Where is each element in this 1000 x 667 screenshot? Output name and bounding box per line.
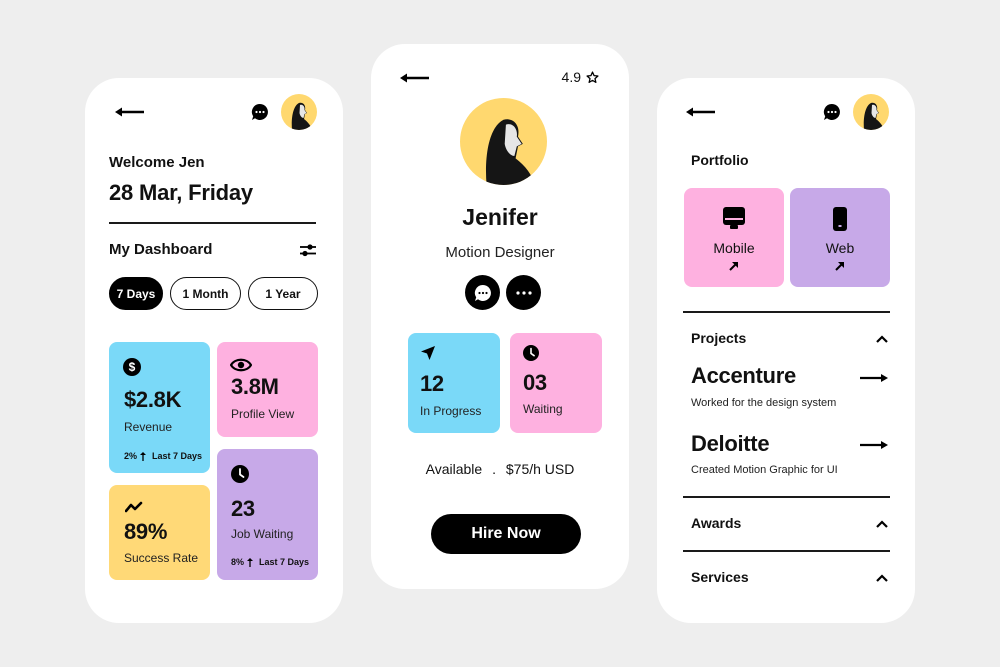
clock-icon <box>523 345 539 361</box>
arrow-up-right-icon <box>729 262 738 271</box>
portfolio-screen: Portfolio Mobile Web Projects Accenture … <box>657 78 915 623</box>
profile-view-tile[interactable]: 3.8M Profile View <box>217 342 318 437</box>
filter-sliders-icon[interactable] <box>299 243 317 257</box>
divider <box>683 311 890 313</box>
arrow-up-icon <box>140 451 147 461</box>
job-waiting-tile[interactable]: 23 Job Waiting 8% Last 7 Days <box>217 449 318 580</box>
job-waiting-value: 23 <box>231 496 255 521</box>
dashboard-screen: Welcome Jen 28 Mar, Friday My Dashboard … <box>85 78 343 623</box>
trend-line-icon <box>125 501 143 513</box>
svg-text:$: $ <box>129 360 136 374</box>
divider <box>109 222 316 224</box>
availability-line: Available . $75/h USD <box>371 461 629 477</box>
project-description: Created Motion Graphic for UI <box>691 464 838 476</box>
back-arrow-icon[interactable] <box>115 106 145 118</box>
project-description: Worked for the design system <box>691 397 837 409</box>
waiting-value: 03 <box>523 370 547 395</box>
projects-section-title[interactable]: Projects <box>691 330 746 346</box>
arrow-right-icon[interactable] <box>860 440 888 450</box>
rating-value: 4.9 <box>561 69 581 85</box>
job-waiting-trend-value: 8% <box>231 557 245 567</box>
hire-now-button[interactable]: Hire Now <box>431 514 581 554</box>
dashboard-title: My Dashboard <box>109 241 213 258</box>
arrow-right-icon[interactable] <box>860 373 888 383</box>
clock-icon <box>231 465 249 483</box>
waiting-label: Waiting <box>523 402 563 416</box>
profile-view-value: 3.8M <box>231 374 279 399</box>
project-name[interactable]: Accenture <box>691 363 796 389</box>
separator: . <box>492 461 496 477</box>
star-icon[interactable] <box>586 70 599 84</box>
monitor-icon <box>723 207 745 229</box>
filter-1-month[interactable]: 1 Month <box>170 277 241 310</box>
chat-icon <box>474 284 491 301</box>
profile-name: Jenifer <box>462 204 538 230</box>
in-progress-tile[interactable]: 12 In Progress <box>408 333 500 433</box>
job-waiting-trend-period: Last 7 Days <box>259 557 310 567</box>
chevron-up-icon[interactable] <box>875 334 889 344</box>
revenue-value: $2.8K <box>124 387 182 412</box>
revenue-trend-value: 2% <box>124 451 138 461</box>
date-heading: 28 Mar, Friday <box>109 180 253 205</box>
profile-view-label: Profile View <box>231 407 295 421</box>
back-arrow-icon[interactable] <box>400 72 430 84</box>
profile-avatar <box>460 98 547 185</box>
arrow-up-icon <box>247 557 254 567</box>
portfolio-web-tile[interactable]: Web <box>790 188 890 287</box>
chat-icon[interactable] <box>823 103 841 121</box>
hourly-rate: $75/h USD <box>505 461 575 477</box>
project-name[interactable]: Deloitte <box>691 431 770 457</box>
person-portrait-icon <box>291 102 312 130</box>
rating: 4.9 <box>562 69 599 85</box>
awards-section-title[interactable]: Awards <box>691 515 741 531</box>
arrow-up-right-icon <box>835 262 844 271</box>
services-section-title[interactable]: Services <box>691 569 749 585</box>
avatar[interactable] <box>281 94 317 130</box>
profile-role: Motion Designer <box>445 244 555 261</box>
portfolio-title: Portfolio <box>691 152 749 168</box>
chevron-up-icon[interactable] <box>875 519 889 529</box>
more-options-button[interactable] <box>506 275 541 310</box>
revenue-trend: 2% Last 7 Days <box>124 451 202 461</box>
in-progress-value: 12 <box>420 371 444 396</box>
availability-status: Available <box>425 461 483 477</box>
phone-device-icon <box>833 207 847 231</box>
avatar[interactable] <box>853 94 889 130</box>
chat-icon[interactable] <box>251 103 269 121</box>
eye-icon <box>230 358 252 372</box>
success-rate-tile[interactable]: 89% Success Rate <box>109 485 210 580</box>
portfolio-mobile-label: Mobile <box>713 240 755 256</box>
back-arrow-icon[interactable] <box>686 106 716 118</box>
message-button[interactable] <box>465 275 500 310</box>
revenue-label: Revenue <box>124 420 173 434</box>
in-progress-label: In Progress <box>420 404 482 418</box>
portfolio-web-label: Web <box>825 240 855 256</box>
revenue-trend-period: Last 7 Days <box>152 451 203 461</box>
portfolio-mobile-tile[interactable]: Mobile <box>684 188 784 287</box>
success-rate-label: Success Rate <box>124 551 199 565</box>
profile-screen: 4.9 Jenifer Motion Designer 12 In Progre… <box>371 44 629 589</box>
waiting-tile[interactable]: 03 Waiting <box>510 333 602 433</box>
job-waiting-label: Job Waiting <box>231 527 294 541</box>
person-portrait-icon <box>863 102 884 130</box>
dollar-icon: $ <box>123 358 141 376</box>
divider <box>683 496 890 498</box>
job-waiting-trend: 8% Last 7 Days <box>231 557 309 567</box>
welcome-text: Welcome Jen <box>109 154 205 171</box>
filter-1-year[interactable]: 1 Year <box>248 277 318 310</box>
more-dots-icon <box>515 290 532 295</box>
chevron-up-icon[interactable] <box>875 573 889 583</box>
filter-7-days[interactable]: 7 Days <box>109 277 163 310</box>
revenue-tile[interactable]: $ $2.8K Revenue 2% Last 7 Days <box>109 342 210 473</box>
success-rate-value: 89% <box>124 519 168 544</box>
divider <box>683 550 890 552</box>
send-icon <box>421 346 435 360</box>
person-portrait-icon <box>485 119 535 185</box>
